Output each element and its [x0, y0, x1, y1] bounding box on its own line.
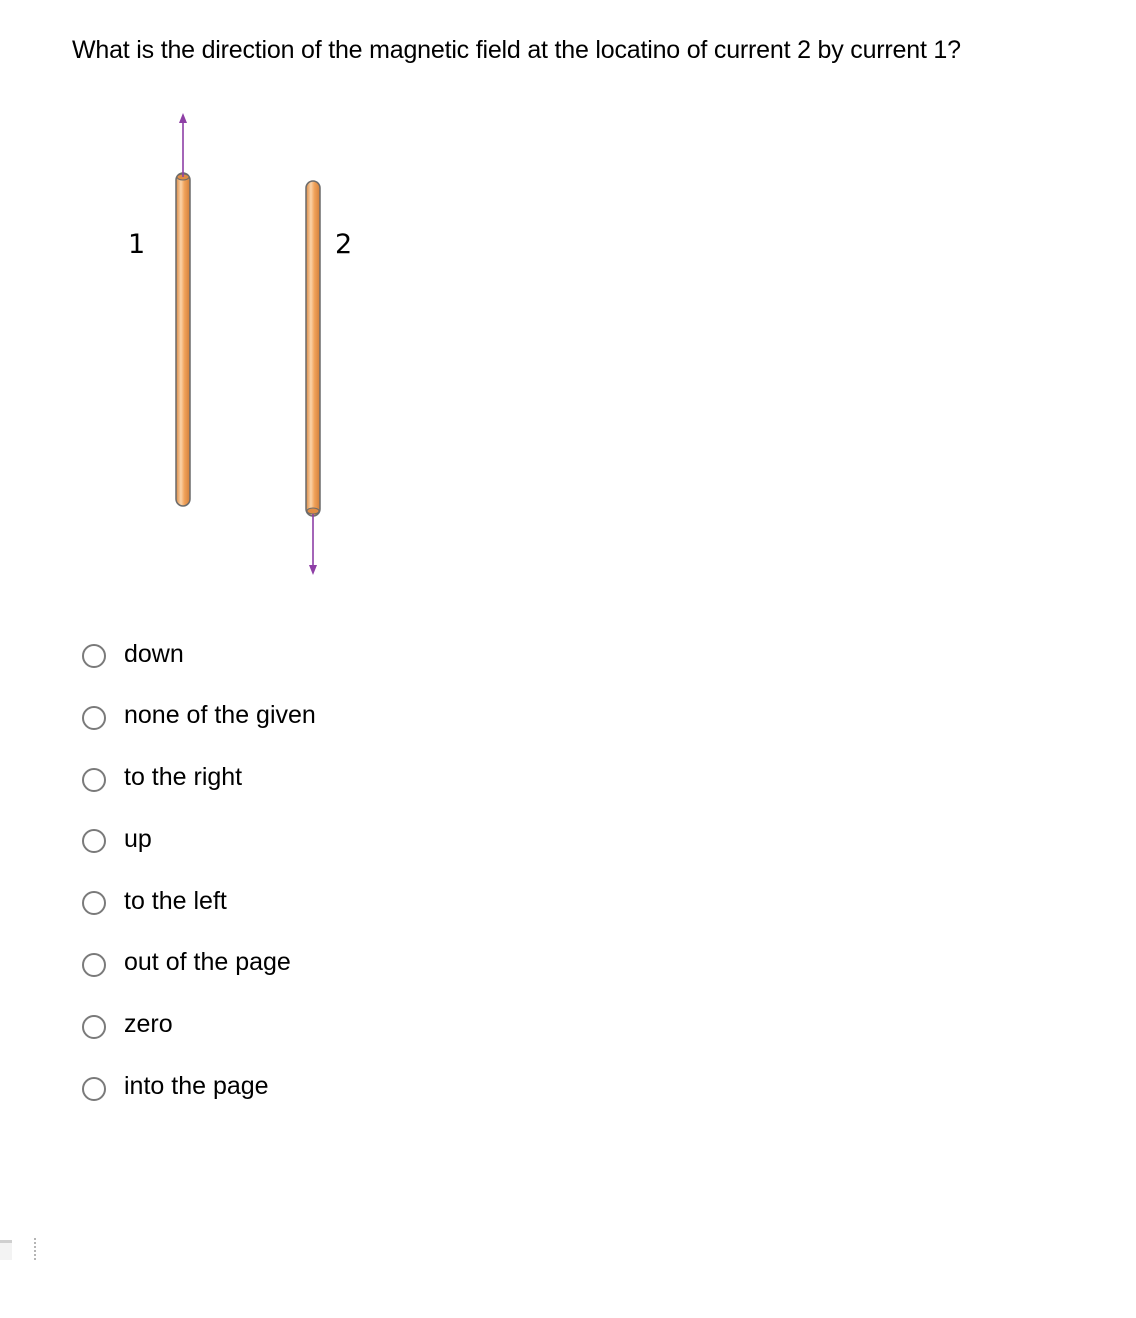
radio-button[interactable] [82, 705, 106, 730]
answer-options: down none of the given to the right up t… [82, 634, 316, 1128]
option-into-the-page[interactable]: into the page [82, 1067, 316, 1107]
wires-figure: 1 2 [110, 105, 390, 585]
wire-2-label: 2 [335, 229, 353, 260]
wire-1-label: 1 [128, 229, 146, 260]
option-to-the-left[interactable]: to the left [82, 881, 316, 921]
corner-artifact [0, 1240, 12, 1260]
radio-button[interactable] [82, 644, 106, 668]
option-zero[interactable]: zero [82, 1005, 316, 1045]
dotted-divider [34, 1238, 36, 1260]
radio-button[interactable] [82, 891, 106, 916]
option-label: to the right [124, 763, 243, 792]
option-label: none of the given [124, 701, 316, 730]
radio-button[interactable] [82, 829, 106, 854]
wire-2 [305, 180, 321, 517]
option-label: down [124, 639, 184, 668]
option-down[interactable]: down [82, 634, 316, 674]
wire-1 [175, 172, 191, 507]
wires-diagram [175, 113, 321, 575]
question-text: What is the direction of the magnetic fi… [72, 36, 961, 64]
option-out-of-the-page[interactable]: out of the page [82, 943, 316, 983]
radio-button[interactable] [82, 767, 106, 792]
radio-button[interactable] [82, 952, 106, 977]
option-label: out of the page [124, 948, 291, 977]
current-2-arrow-down-icon [309, 514, 317, 575]
option-to-the-right[interactable]: to the right [82, 758, 316, 798]
option-label: to the left [124, 886, 227, 915]
option-label: zero [124, 1010, 173, 1039]
option-none-of-the-given[interactable]: none of the given [82, 696, 316, 736]
radio-button[interactable] [82, 1076, 106, 1101]
radio-button[interactable] [82, 1014, 106, 1039]
option-label: up [124, 824, 152, 853]
option-up[interactable]: up [82, 819, 316, 859]
current-1-arrow-up-icon [179, 113, 187, 177]
option-label: into the page [124, 1072, 269, 1101]
